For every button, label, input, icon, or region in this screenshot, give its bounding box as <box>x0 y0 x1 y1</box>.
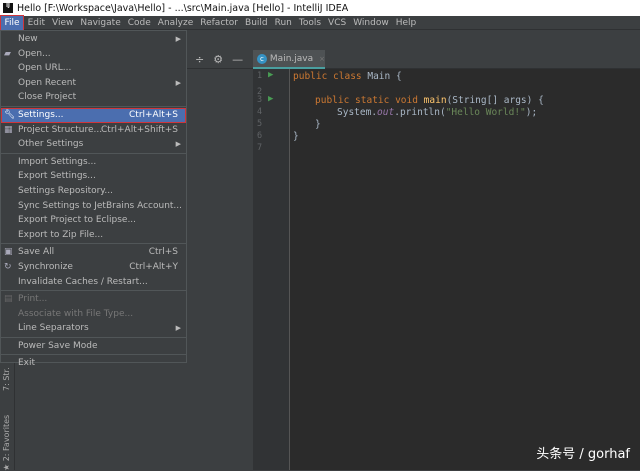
separator <box>1 336 186 338</box>
menu-item-associate-file-type[interactable]: Associate with File Type... <box>1 307 186 322</box>
menu-build[interactable]: Build <box>242 16 272 30</box>
menu-run[interactable]: Run <box>271 16 295 30</box>
editor-toolbar: ÷ ⚙ — c Main.java × <box>186 50 640 69</box>
save-icon: ▣ <box>4 247 13 258</box>
title-bar: IJ Hello [F:\Workspace\Java\Hello] - ...… <box>0 0 640 16</box>
menu-analyze[interactable]: Analyze <box>154 16 196 30</box>
menu-code[interactable]: Code <box>124 16 154 30</box>
code-line-5: } <box>315 119 321 130</box>
code-line-1: public class Main { <box>293 71 402 82</box>
line-number: 3 <box>257 95 263 105</box>
separator <box>1 243 186 245</box>
separator <box>1 152 186 154</box>
line-number: 1 <box>257 71 263 81</box>
printer-icon: ▤ <box>4 294 13 305</box>
menu-item-open-recent[interactable]: Open Recent ▶ <box>1 76 186 91</box>
menu-item-other-settings[interactable]: Other Settings ▶ <box>1 137 186 152</box>
menu-edit[interactable]: Edit <box>24 16 48 30</box>
line-number: 4 <box>257 107 263 117</box>
separator <box>1 354 186 356</box>
wrench-icon: 🔧︎ <box>4 109 16 120</box>
code-line-4: System.out.println("Hello World!"); <box>337 107 538 118</box>
menu-item-invalidate-caches[interactable]: Invalidate Caches / Restart... <box>1 275 186 290</box>
favorites-label: 2: Favorites <box>2 414 11 462</box>
java-class-icon: c <box>257 53 267 64</box>
menu-vcs[interactable]: VCS <box>325 16 350 30</box>
menu-item-print[interactable]: ▤ Print... <box>1 292 186 307</box>
line-number: 5 <box>257 119 263 129</box>
watermark: 头条号 / gorhaf <box>536 447 630 462</box>
gear-icon[interactable]: ⚙ <box>213 53 223 66</box>
close-tab-icon[interactable]: × <box>319 55 325 63</box>
menu-item-power-save-mode[interactable]: Power Save Mode <box>1 339 186 354</box>
menu-item-project-structure[interactable]: ▦ Project Structure... Ctrl+Alt+Shift+S <box>1 123 186 138</box>
file-menu: New ▶ ▰ Open... Open URL... Open Recent ▶ C… <box>0 30 187 368</box>
line-number: 6 <box>257 131 263 141</box>
sync-icon: ↻ <box>4 261 12 272</box>
separator <box>1 290 186 292</box>
menu-item-sync-settings[interactable]: Sync Settings to JetBrains Account... <box>1 199 186 214</box>
menu-tools[interactable]: Tools <box>295 16 324 30</box>
intellij-logo-icon: IJ <box>3 3 13 13</box>
collapse-icon[interactable]: ÷ <box>195 53 204 66</box>
minimize-icon[interactable]: — <box>232 53 243 66</box>
code-editor[interactable]: 1 2 3 4 5 6 7 ▶ ▶ public class Main { pu… <box>253 69 640 470</box>
menu-item-open[interactable]: ▰ Open... <box>1 47 186 62</box>
submenu-arrow-icon: ▶ <box>175 324 181 333</box>
menu-view[interactable]: View <box>49 16 77 30</box>
menu-item-close-project[interactable]: Close Project <box>1 90 186 105</box>
menu-item-open-url[interactable]: Open URL... <box>1 61 186 76</box>
menu-file[interactable]: File <box>0 14 25 31</box>
menu-navigate[interactable]: Navigate <box>77 16 124 30</box>
menu-help[interactable]: Help <box>392 16 420 30</box>
window-title: Hello [F:\Workspace\Java\Hello] - ...\sr… <box>17 2 349 14</box>
run-icon[interactable]: ▶ <box>268 94 273 104</box>
submenu-arrow-icon: ▶ <box>175 35 181 43</box>
submenu-arrow-icon: ▶ <box>175 140 181 149</box>
code-line-6: } <box>293 131 299 142</box>
menu-item-settings-repository[interactable]: Settings Repository... <box>1 184 186 199</box>
menu-item-synchronize[interactable]: ↻ Synchronize Ctrl+Alt+Y <box>1 260 186 275</box>
menu-item-save-all[interactable]: ▣ Save All Ctrl+S <box>1 245 186 260</box>
menu-item-import-settings[interactable]: Import Settings... <box>1 155 186 170</box>
tab-main-java[interactable]: c Main.java × <box>253 50 325 69</box>
folder-icon: ▰ <box>4 48 11 59</box>
menu-item-settings[interactable]: 🔧︎ Settings... Ctrl+Alt+S <box>1 107 186 123</box>
separator <box>1 105 186 107</box>
menu-item-line-separators[interactable]: Line Separators ▶ <box>1 321 186 336</box>
tab-label: Main.java <box>269 53 314 64</box>
menu-item-new[interactable]: New ▶ <box>1 32 186 47</box>
menu-item-export-zip[interactable]: Export to Zip File... <box>1 228 186 243</box>
menu-item-export-settings[interactable]: Export Settings... <box>1 169 186 184</box>
code-line-3: public static void main(String[] args) { <box>315 95 544 106</box>
menu-item-exit[interactable]: Exit <box>1 356 186 371</box>
favorites-tool-button[interactable]: ★ 2: Favorites <box>2 415 11 471</box>
menu-refactor[interactable]: Refactor <box>197 16 242 30</box>
line-number: 7 <box>257 143 263 153</box>
run-icon[interactable]: ▶ <box>268 70 273 80</box>
menu-window[interactable]: Window <box>350 16 393 30</box>
submenu-arrow-icon: ▶ <box>175 78 181 87</box>
menu-bar: File Edit View Navigate Code Analyze Ref… <box>0 14 640 31</box>
project-structure-icon: ▦ <box>4 124 13 135</box>
gutter: 1 2 3 4 5 6 7 ▶ ▶ <box>253 69 290 470</box>
menu-item-export-eclipse[interactable]: Export Project to Eclipse... <box>1 213 186 228</box>
